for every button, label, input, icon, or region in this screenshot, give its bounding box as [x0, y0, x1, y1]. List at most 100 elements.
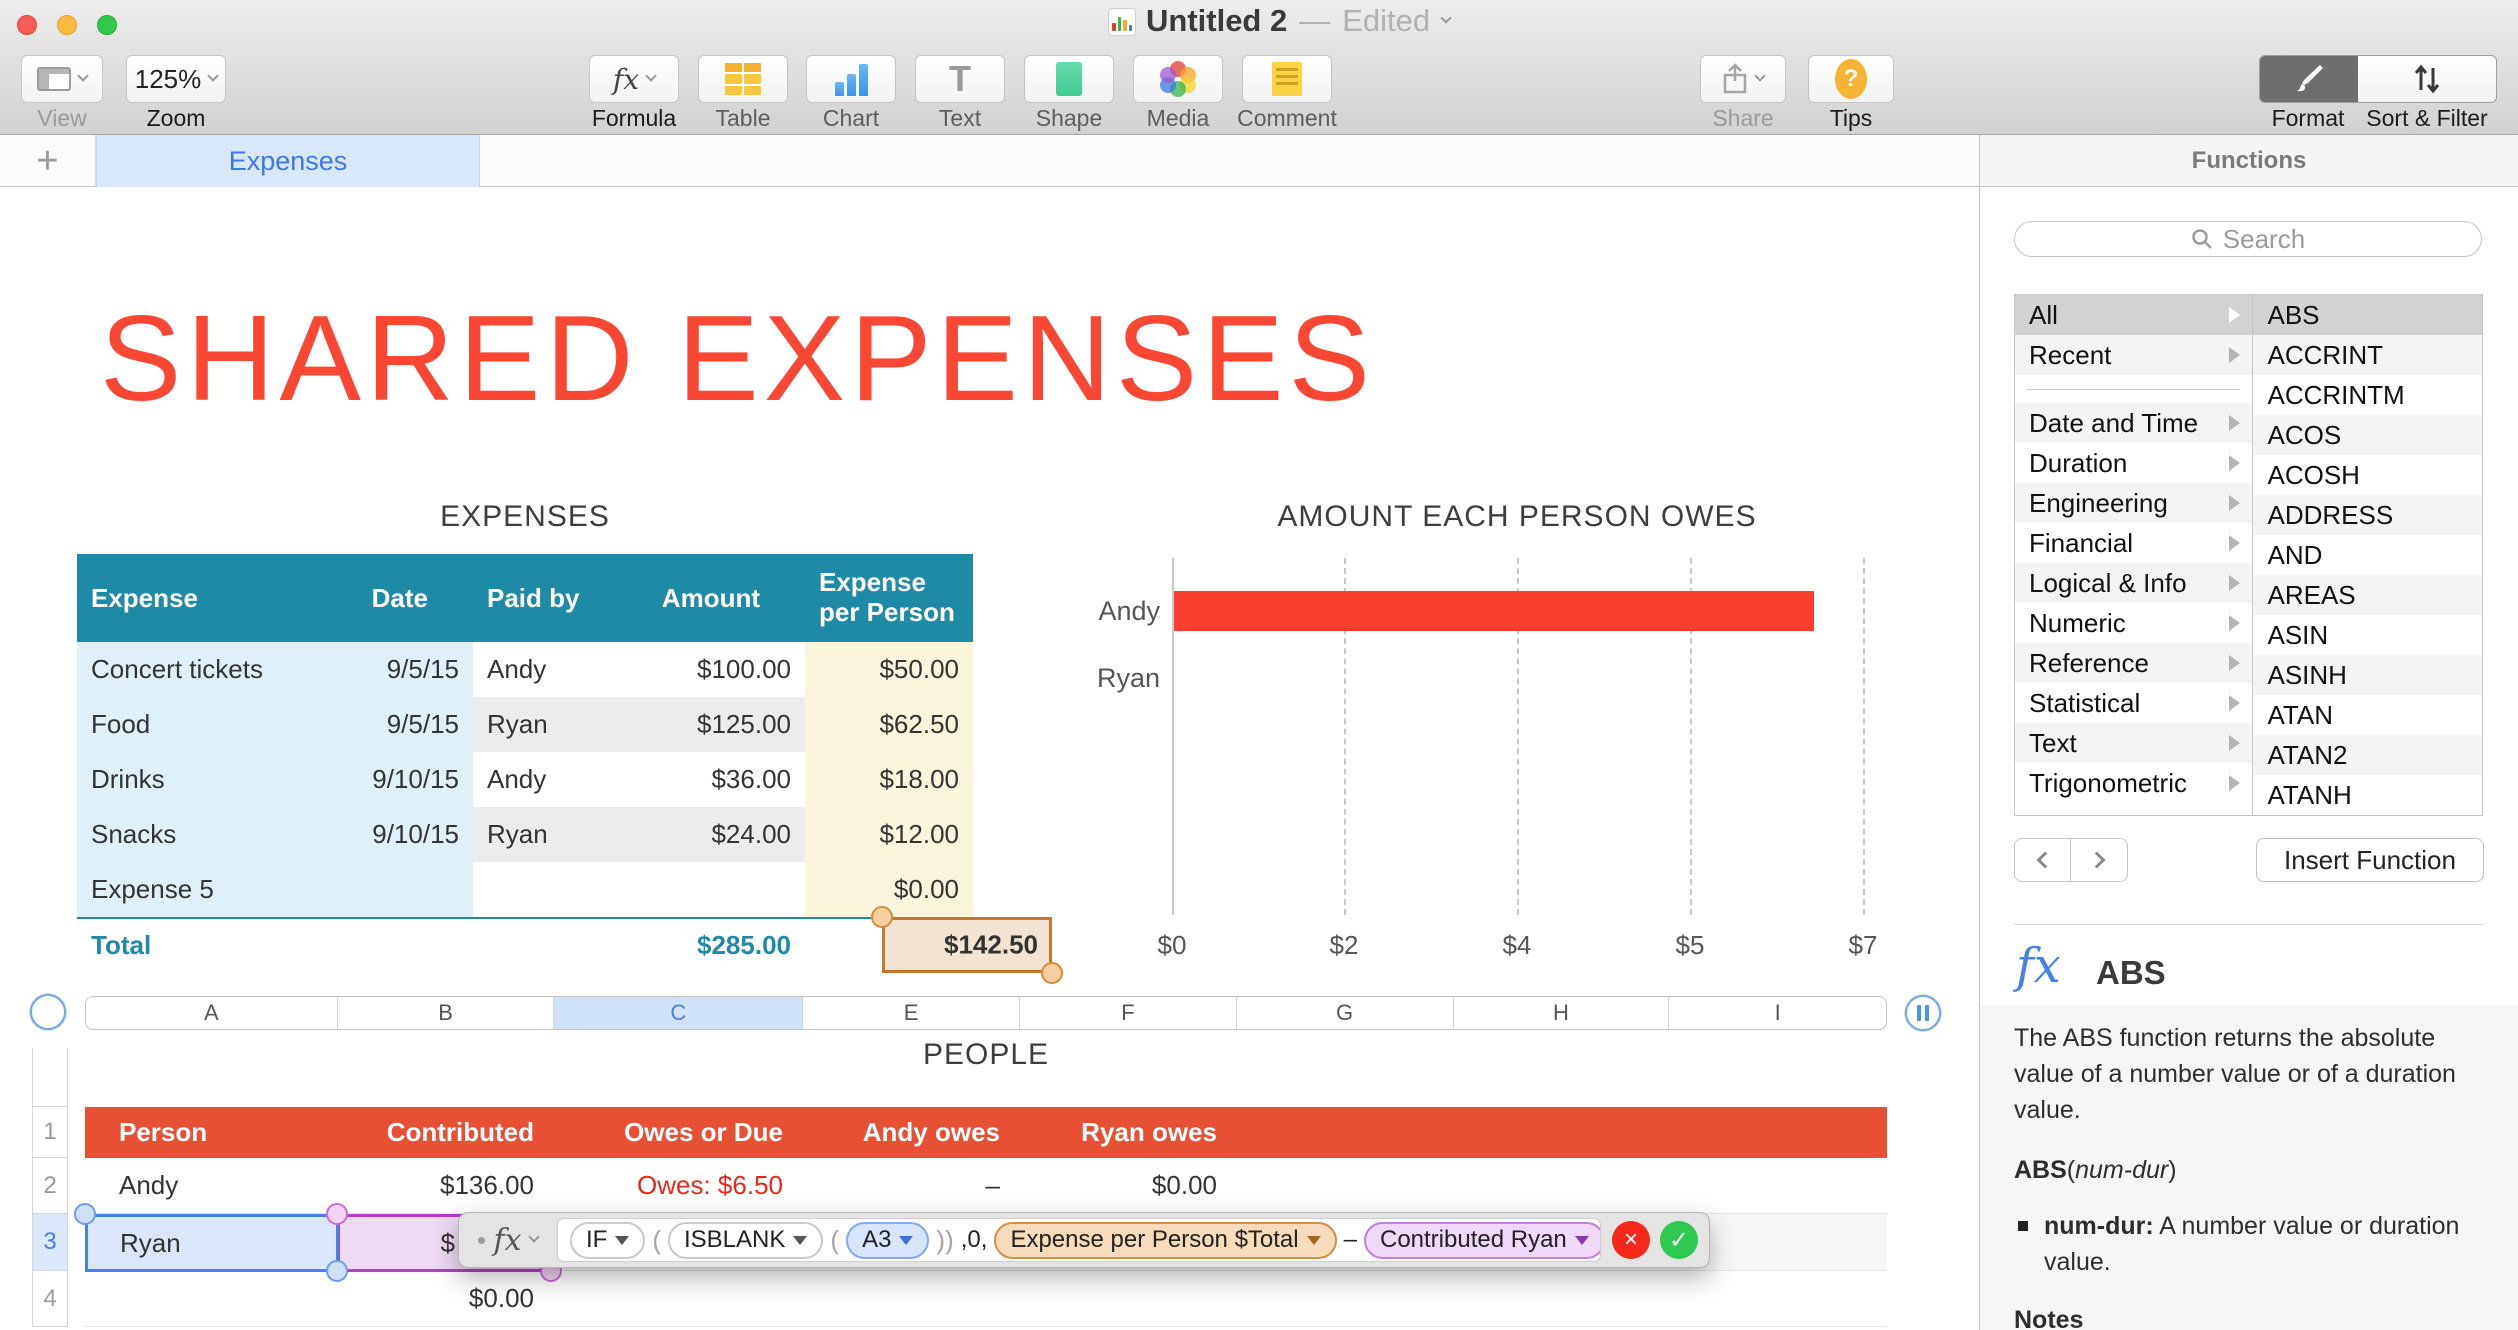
formula-editor-handle[interactable]: fx — [459, 1223, 557, 1258]
token-a3[interactable]: A3 — [846, 1221, 930, 1259]
list-item[interactable]: ASIN — [2253, 615, 2482, 655]
media-button[interactable] — [1133, 55, 1223, 103]
token-contributed-ryan[interactable]: Contributed Ryan — [1363, 1221, 1600, 1259]
people-col-ryan-owes[interactable]: Ryan owes — [1020, 1107, 1237, 1158]
expenses-col-amount[interactable]: Amount — [607, 554, 805, 642]
category-reference[interactable]: Reference — [2015, 643, 2253, 683]
row-number-4[interactable]: 4 — [32, 1271, 68, 1327]
cell-expense[interactable]: Food — [77, 697, 350, 752]
column-header-g[interactable]: G — [1237, 997, 1454, 1029]
list-item[interactable]: ACCRINTM — [2253, 375, 2482, 415]
list-item[interactable]: ACOSH — [2253, 455, 2482, 495]
list-item[interactable]: AREAS — [2253, 575, 2482, 615]
cell-person[interactable]: Andy — [85, 1158, 337, 1213]
people-col-contributed[interactable]: Contributed — [337, 1107, 554, 1158]
list-item[interactable]: ATAN — [2253, 695, 2482, 735]
category-duration[interactable]: Duration — [2015, 443, 2252, 483]
function-abs[interactable]: ABS — [2253, 295, 2482, 335]
add-sheet-button[interactable]: + — [0, 135, 96, 187]
tips-button[interactable]: ? — [1808, 55, 1894, 103]
token-expense-per-person-total[interactable]: Expense per Person $Total — [994, 1221, 1337, 1259]
selected-cell-total-epp[interactable]: $142.50 — [882, 917, 1052, 973]
cell-expense[interactable]: Drinks — [77, 752, 350, 807]
view-button[interactable] — [21, 55, 103, 103]
comment-button[interactable] — [1242, 55, 1332, 103]
table-handle-button[interactable] — [30, 994, 66, 1030]
selection-handle[interactable] — [74, 1203, 96, 1225]
cell-amount[interactable]: $36.00 — [607, 752, 805, 807]
selection-handle[interactable] — [871, 906, 893, 928]
chart-bar-andy[interactable] — [1174, 591, 1814, 631]
category-statistical[interactable]: Statistical — [2015, 683, 2252, 723]
column-header-f[interactable]: F — [1020, 997, 1237, 1029]
cell-andy-owes[interactable]: – — [803, 1158, 1020, 1213]
column-header-e[interactable]: E — [803, 997, 1020, 1029]
cell-paidby[interactable] — [473, 862, 607, 917]
table-button[interactable] — [698, 55, 788, 103]
list-item[interactable]: ACOS — [2253, 415, 2482, 455]
cell-expense[interactable]: Concert tickets — [77, 642, 350, 697]
selection-handle[interactable] — [326, 1260, 348, 1282]
cell-date[interactable]: 9/5/15 — [350, 642, 473, 697]
category-all[interactable]: All — [2015, 295, 2253, 335]
shape-button[interactable] — [1024, 55, 1114, 103]
chart-button[interactable] — [806, 55, 896, 103]
owes-bar-chart[interactable]: Andy Ryan $0 $2 $4 $5 $7 — [1076, 540, 1916, 960]
cancel-formula-button[interactable]: × — [1612, 1221, 1650, 1259]
back-button[interactable] — [2015, 839, 2071, 881]
row-number-3[interactable]: 3 — [32, 1214, 68, 1271]
total-label[interactable]: Total — [77, 919, 350, 971]
forward-button[interactable] — [2071, 839, 2127, 881]
selection-handle[interactable] — [1041, 962, 1063, 984]
cell-paidby[interactable]: Ryan — [473, 697, 607, 752]
column-header-h[interactable]: H — [1454, 997, 1670, 1029]
list-item[interactable]: ATAN2 — [2253, 735, 2482, 775]
sort-filter-button[interactable] — [2358, 56, 2496, 102]
category-logical-info[interactable]: Logical & Info — [2015, 563, 2253, 603]
cell-epp[interactable]: $50.00 — [805, 642, 973, 697]
cell-date[interactable]: 9/10/15 — [350, 752, 473, 807]
token-if[interactable]: IF — [570, 1221, 646, 1259]
column-header-b[interactable]: B — [338, 997, 555, 1029]
list-item[interactable]: ACCRINT — [2253, 335, 2482, 375]
cell-amount[interactable]: $100.00 — [607, 642, 805, 697]
cell-paidby[interactable]: Andy — [473, 752, 607, 807]
cell-expense[interactable]: Snacks — [77, 807, 350, 862]
close-window-button[interactable] — [17, 15, 37, 35]
cell-date[interactable]: 9/5/15 — [350, 697, 473, 752]
total-amount[interactable]: $285.00 — [607, 919, 805, 971]
row-number-1[interactable]: 1 — [32, 1107, 68, 1158]
category-recent[interactable]: Recent — [2015, 335, 2253, 375]
list-item[interactable]: ADDRESS — [2253, 495, 2482, 535]
tab-expenses[interactable]: Expenses — [96, 135, 480, 187]
cell-amount[interactable] — [607, 862, 805, 917]
people-col-owes[interactable]: Owes or Due — [554, 1107, 803, 1158]
pause-columns-button[interactable] — [1905, 995, 1941, 1031]
category-text[interactable]: Text — [2015, 723, 2253, 763]
expenses-col-epp[interactable]: Expense per Person — [805, 554, 973, 642]
category-financial[interactable]: Financial — [2015, 523, 2252, 563]
token-isblank[interactable]: ISBLANK — [668, 1221, 824, 1259]
cell-amount[interactable]: $125.00 — [607, 697, 805, 752]
expenses-col-paidby[interactable]: Paid by — [473, 554, 607, 642]
cell-epp[interactable]: $18.00 — [805, 752, 973, 807]
list-item[interactable]: ASINH — [2253, 655, 2482, 695]
cell-contributed[interactable]: $0.00 — [337, 1271, 554, 1326]
column-header-c[interactable]: C — [554, 997, 804, 1029]
cell-owes-or-due[interactable]: Owes: $6.50 — [554, 1158, 803, 1213]
minimize-window-button[interactable] — [57, 15, 77, 35]
title-chevron-down-icon[interactable] — [1440, 12, 1452, 24]
cell-paidby[interactable]: Andy — [473, 642, 607, 697]
formula-editor[interactable]: fx IF ( ISBLANK ( A3 )) ,0, Expense per … — [458, 1212, 1710, 1268]
cell-ryan-owes[interactable]: $0.00 — [1020, 1158, 1237, 1213]
column-header-i[interactable]: I — [1669, 997, 1886, 1029]
cell-contributed[interactable]: $136.00 — [337, 1158, 554, 1213]
cell-expense[interactable]: Expense 5 — [77, 862, 350, 917]
category-engineering[interactable]: Engineering — [2015, 483, 2253, 523]
list-item[interactable]: ATANH — [2253, 775, 2482, 815]
search-input[interactable]: Search — [2014, 221, 2482, 257]
selection-handle[interactable] — [326, 1203, 348, 1225]
formula-button[interactable]: fx — [589, 55, 679, 103]
category-date-time[interactable]: Date and Time — [2015, 403, 2253, 443]
list-item[interactable]: AND — [2253, 535, 2482, 575]
